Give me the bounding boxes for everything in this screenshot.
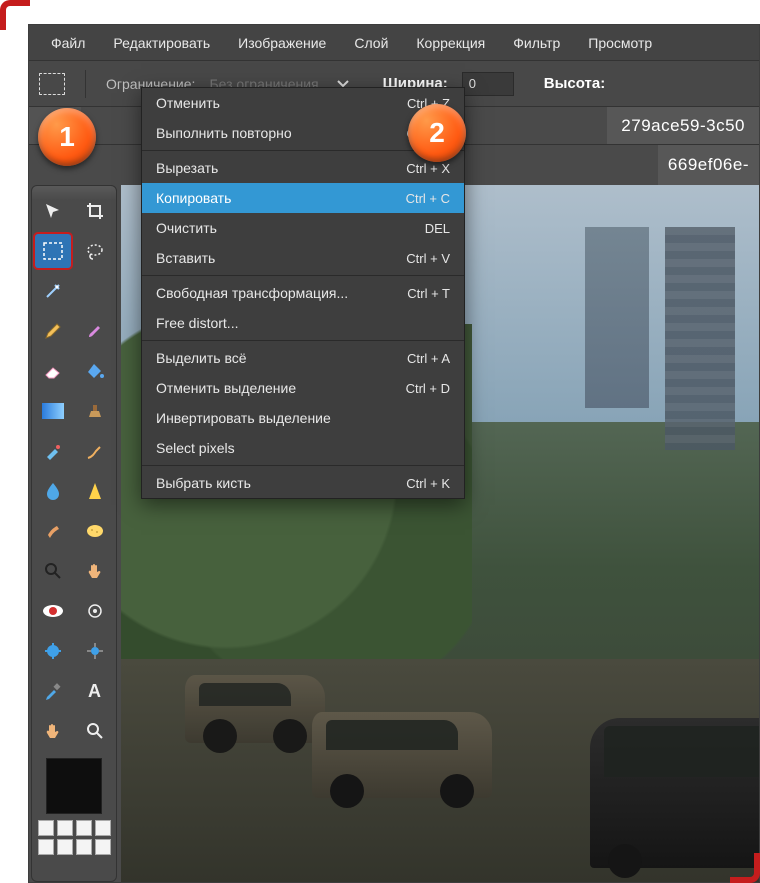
- menu-item-shortcut: Ctrl + V: [406, 251, 450, 266]
- tool-bucket[interactable]: [77, 354, 113, 388]
- tool-clone[interactable]: [77, 394, 113, 428]
- marquee-icon: [39, 73, 65, 95]
- callout-badge-1: 1: [38, 108, 96, 166]
- menu-item-label: Free distort...: [156, 315, 238, 331]
- tool-smudge[interactable]: [35, 514, 71, 548]
- toolbox: A: [31, 185, 117, 882]
- menu-item-label: Отменить выделение: [156, 380, 296, 396]
- callout-badge-2: 2: [408, 104, 466, 162]
- tool-hand[interactable]: [35, 714, 71, 748]
- menu-item-pick-brush[interactable]: Выбрать кисть Ctrl + K: [142, 468, 464, 498]
- app-window: Файл Редактировать Изображение Слой Корр…: [28, 24, 760, 883]
- svg-text:A: A: [88, 681, 101, 701]
- menu-item-select-pixels[interactable]: Select pixels: [142, 433, 464, 463]
- tool-eyedropper[interactable]: [35, 674, 71, 708]
- menu-item-select-all[interactable]: Выделить всё Ctrl + A: [142, 343, 464, 373]
- menu-item-shortcut: DEL: [425, 221, 450, 236]
- height-label: Высота:: [544, 75, 605, 92]
- swatch-cell[interactable]: [38, 820, 54, 836]
- menu-item-shortcut: Ctrl + A: [407, 351, 450, 366]
- tool-pencil[interactable]: [35, 314, 71, 348]
- menu-item-shortcut: Ctrl + T: [407, 286, 450, 301]
- tool-hand2[interactable]: [77, 554, 113, 588]
- menu-item-shortcut: Ctrl + K: [406, 476, 450, 491]
- width-input[interactable]: [462, 72, 514, 96]
- menu-item-clear[interactable]: Очистить DEL: [142, 213, 464, 243]
- tab-filename-1[interactable]: 279ace59-3c50: [607, 107, 759, 144]
- menu-layer[interactable]: Слой: [340, 25, 402, 60]
- menu-item-paste[interactable]: Вставить Ctrl + V: [142, 243, 464, 273]
- tool-replace-color[interactable]: [35, 434, 71, 468]
- menu-item-shortcut: Ctrl + C: [406, 191, 450, 206]
- menu-item-label: Свободная трансформация...: [156, 285, 348, 301]
- tool-lasso[interactable]: [77, 234, 113, 268]
- swatch-cell[interactable]: [57, 820, 73, 836]
- menu-filter[interactable]: Фильтр: [499, 25, 574, 60]
- menu-item-label: Отменить: [156, 95, 220, 111]
- menu-bar: Файл Редактировать Изображение Слой Корр…: [29, 25, 759, 61]
- tool-blur[interactable]: [35, 474, 71, 508]
- menu-edit[interactable]: Редактировать: [99, 25, 224, 60]
- tool-type[interactable]: A: [77, 674, 113, 708]
- menu-item-label: Инвертировать выделение: [156, 410, 331, 426]
- menu-item-label: Копировать: [156, 190, 231, 206]
- swatch-cell[interactable]: [57, 839, 73, 855]
- tool-pinch[interactable]: [77, 634, 113, 668]
- swatch-cell[interactable]: [95, 839, 111, 855]
- swatch-cell[interactable]: [38, 839, 54, 855]
- menu-item-label: Выделить всё: [156, 350, 247, 366]
- menu-item-label: Выполнить повторно: [156, 125, 292, 141]
- swatch-cell[interactable]: [95, 820, 111, 836]
- tool-move[interactable]: [35, 194, 71, 228]
- tool-bloat[interactable]: [35, 634, 71, 668]
- menu-item-deselect[interactable]: Отменить выделение Ctrl + D: [142, 373, 464, 403]
- swatch-palette: [38, 820, 110, 855]
- tool-gradient[interactable]: [35, 394, 71, 428]
- tab-filename-2[interactable]: 669ef06e-: [658, 145, 759, 185]
- menu-correction[interactable]: Коррекция: [402, 25, 499, 60]
- tool-marquee[interactable]: [35, 234, 71, 268]
- menu-item-copy[interactable]: Копировать Ctrl + C: [142, 183, 464, 213]
- swatch-cell[interactable]: [76, 820, 92, 836]
- menu-file[interactable]: Файл: [37, 25, 99, 60]
- menu-item-label: Вырезать: [156, 160, 218, 176]
- tool-sponge[interactable]: [77, 514, 113, 548]
- menu-image[interactable]: Изображение: [224, 25, 340, 60]
- tool-empty-1: [77, 274, 113, 308]
- menu-item-invert-selection[interactable]: Инвертировать выделение: [142, 403, 464, 433]
- tutorial-frame-corner-tl: [0, 0, 30, 30]
- menu-item-cut[interactable]: Вырезать Ctrl + X: [142, 153, 464, 183]
- menu-item-label: Очистить: [156, 220, 217, 236]
- tool-dodge[interactable]: [35, 554, 71, 588]
- menu-item-label: Select pixels: [156, 440, 235, 456]
- color-swatch[interactable]: [46, 758, 102, 814]
- menu-item-label: Вставить: [156, 250, 215, 266]
- swatch-cell[interactable]: [76, 839, 92, 855]
- tool-redeye[interactable]: [35, 594, 71, 628]
- tool-crop[interactable]: [77, 194, 113, 228]
- menu-item-free-distort[interactable]: Free distort...: [142, 308, 464, 338]
- menu-view[interactable]: Просмотр: [574, 25, 666, 60]
- menu-item-shortcut: Ctrl + X: [406, 161, 450, 176]
- tool-spot[interactable]: [77, 594, 113, 628]
- tool-draw[interactable]: [77, 434, 113, 468]
- tool-sharpen[interactable]: [77, 474, 113, 508]
- tool-brush[interactable]: [77, 314, 113, 348]
- tool-wand[interactable]: [35, 274, 71, 308]
- menu-item-label: Выбрать кисть: [156, 475, 251, 491]
- tool-zoom[interactable]: [77, 714, 113, 748]
- menu-item-free-transform[interactable]: Свободная трансформация... Ctrl + T: [142, 278, 464, 308]
- menu-item-shortcut: Ctrl + D: [406, 381, 450, 396]
- separator: [85, 70, 86, 98]
- tutorial-frame-corner-br: [730, 853, 760, 883]
- tool-eraser[interactable]: [35, 354, 71, 388]
